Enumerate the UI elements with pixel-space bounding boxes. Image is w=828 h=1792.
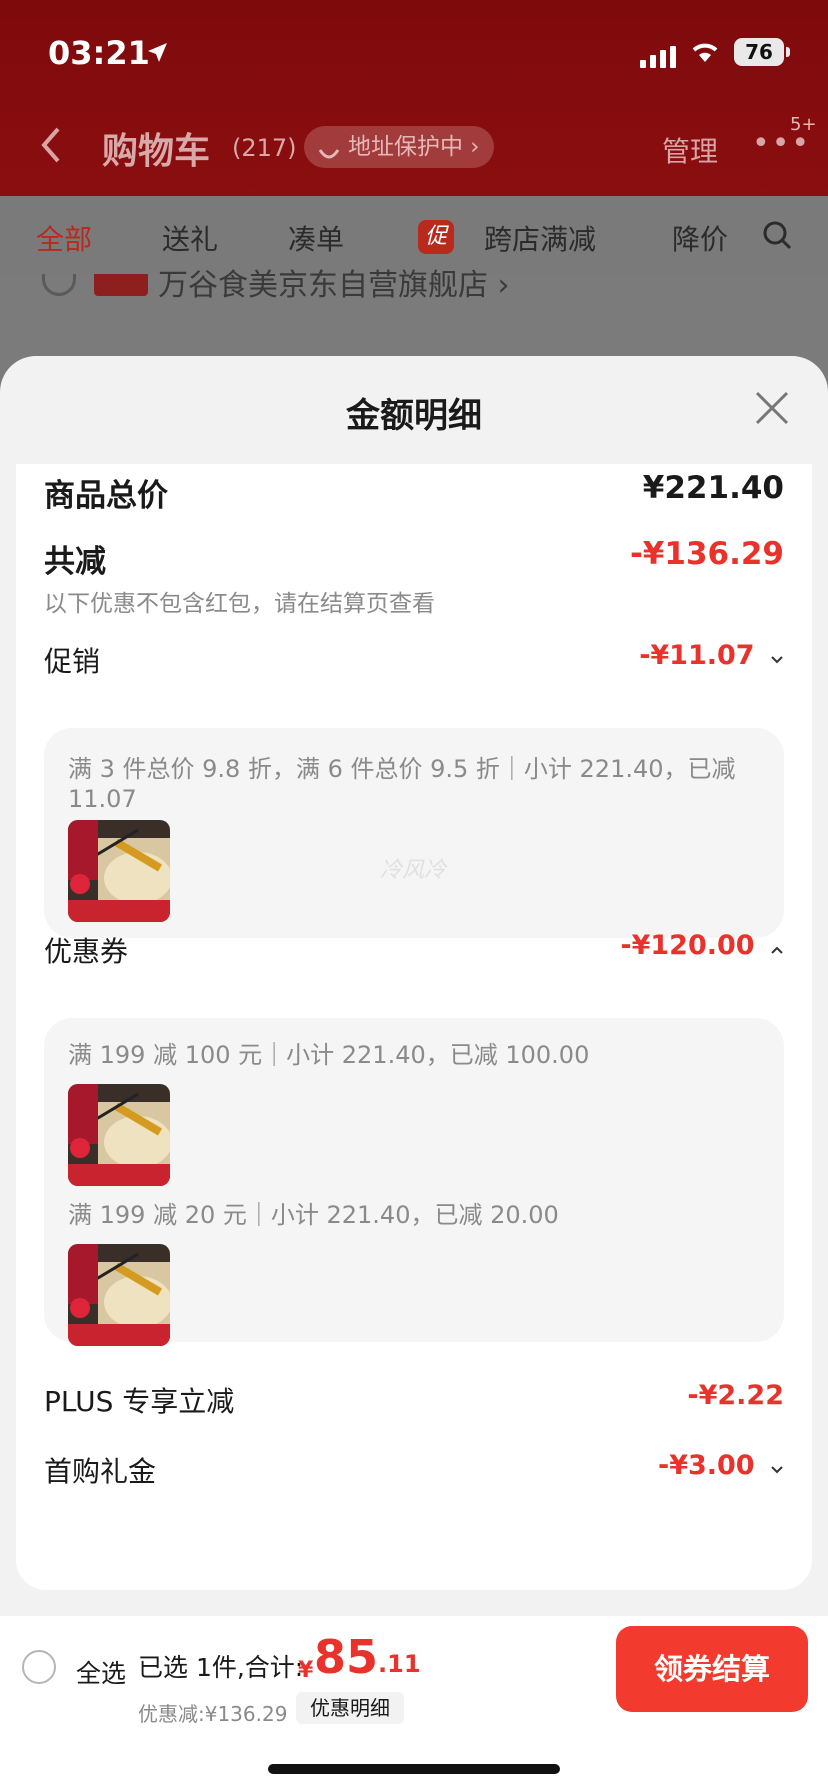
discount-summary: 优惠减:¥136.29: [138, 1702, 288, 1726]
battery-indicator: 76: [734, 38, 790, 66]
wifi-icon: [690, 40, 720, 68]
reduce-value: -¥136.29: [629, 536, 784, 572]
tab-gift[interactable]: 送礼: [162, 218, 218, 258]
store-checkbox: [42, 274, 76, 296]
promo-detail-text: 满 3 件总价 9.8 折，满 6 件总价 9.5 折｜小计 221.40，已减…: [68, 755, 736, 813]
reduce-row: 共减 -¥136.29: [44, 536, 784, 580]
close-icon[interactable]: [754, 390, 790, 430]
discount-detail-button[interactable]: 优惠明细: [296, 1692, 404, 1724]
search-icon[interactable]: [762, 220, 792, 254]
page-title: 购物车: [102, 131, 211, 172]
sheet-header: 金额明细: [0, 356, 828, 462]
watermark-text: 冷风冷: [380, 858, 447, 883]
cellular-signal-icon: [640, 46, 676, 72]
coupon-row[interactable]: 优惠券 -¥120.00: [44, 930, 784, 970]
currency-symbol: ¥: [298, 1658, 314, 1683]
sheet-title: 金额明细: [346, 396, 482, 436]
selected-summary: 已选 1件,合计:: [138, 1653, 304, 1682]
select-all-label[interactable]: 全选: [76, 1654, 126, 1690]
total-label: 商品总价: [44, 478, 168, 514]
message-badge: 5+: [790, 114, 817, 135]
coupon-label: 优惠券: [44, 935, 129, 968]
coupon-detail-text: 满 199 减 100 元｜小计 221.40，已减 100.00: [68, 1041, 590, 1069]
checkout-bar: 全选 已选 1件,合计: ¥ 85 .11 优惠减:¥136.29 优惠明细 领…: [0, 1616, 828, 1792]
total-price-integer: 85: [314, 1630, 379, 1684]
coupon-value: -¥120.00: [620, 930, 755, 961]
plus-discount-value: -¥2.22: [687, 1380, 784, 1411]
address-protection-label: 地址保护中 ›: [348, 134, 480, 160]
chevron-down-icon[interactable]: [770, 641, 784, 672]
tab-cross-store[interactable]: 跨店满减: [484, 218, 596, 258]
product-thumbnail[interactable]: [68, 1084, 170, 1186]
first-purchase-gift-label: 首购礼金: [44, 1455, 157, 1488]
address-protection-pill[interactable]: 地址保护中 ›: [304, 126, 494, 168]
coupon-detail-box: 满 199 减 100 元｜小计 221.40，已减 100.00 满 199 …: [44, 1018, 784, 1346]
amount-detail-sheet: 金额明细 商品总价 ¥221.40 共减 -¥136.29 以下优惠不包含红包，…: [0, 356, 828, 1792]
header-background: 03:21 76 购物车 (217) 地址保护中 › 管理 ••• 5+: [0, 0, 828, 196]
tab-all[interactable]: 全部: [36, 218, 92, 258]
first-purchase-gift-value: -¥3.00: [657, 1450, 755, 1481]
cart-count: (217): [232, 134, 297, 162]
status-time: 03:21: [48, 34, 150, 72]
self-operated-tag: [94, 274, 148, 296]
promo-label: 促销: [44, 645, 101, 678]
promo-tag: 促: [418, 220, 454, 254]
promo-detail-box: 满 3 件总价 9.8 折，满 6 件总价 9.5 折｜小计 221.40，已减…: [44, 728, 784, 938]
shield-icon: [318, 138, 340, 180]
manage-button[interactable]: 管理: [662, 130, 718, 170]
back-arrow-icon[interactable]: [40, 126, 62, 168]
first-purchase-gift-row[interactable]: 首购礼金 -¥3.00: [44, 1450, 784, 1490]
chevron-down-icon[interactable]: [770, 1451, 784, 1482]
product-thumbnail[interactable]: [68, 1244, 170, 1346]
reduce-note: 以下优惠不包含红包，请在结算页查看: [44, 591, 435, 617]
total-value: ¥221.40: [642, 470, 784, 506]
chevron-up-icon[interactable]: [770, 931, 784, 962]
product-thumbnail[interactable]: [68, 820, 170, 922]
cart-nav: 购物车 (217) 地址保护中 › 管理 ••• 5+: [0, 114, 828, 178]
plus-discount-label: PLUS 专享立减: [44, 1385, 235, 1418]
amount-detail-card: 商品总价 ¥221.40 共减 -¥136.29 以下优惠不包含红包，请在结算页…: [16, 464, 812, 1590]
select-all-checkbox[interactable]: [22, 1650, 56, 1684]
location-arrow-icon: [146, 42, 168, 68]
coupon-detail-text: 满 199 减 20 元｜小计 221.40，已减 20.00: [68, 1201, 559, 1229]
total-price-decimal: .11: [378, 1650, 421, 1678]
promo-value: -¥11.07: [639, 640, 755, 671]
store-name: 万谷食美京东自营旗舰店 ›: [158, 268, 510, 303]
tab-bundle[interactable]: 凑单: [288, 218, 344, 258]
checkout-button[interactable]: 领券结算: [616, 1626, 808, 1712]
total-row: 商品总价 ¥221.40: [44, 470, 784, 514]
plus-discount-row: PLUS 专享立减 -¥2.22: [44, 1380, 784, 1420]
home-indicator: [268, 1764, 560, 1774]
status-bar: 03:21 76: [0, 30, 828, 80]
reduce-label: 共减: [44, 544, 106, 580]
promo-row[interactable]: 促销 -¥11.07: [44, 640, 784, 680]
tab-price-drop[interactable]: 降价: [672, 218, 728, 258]
